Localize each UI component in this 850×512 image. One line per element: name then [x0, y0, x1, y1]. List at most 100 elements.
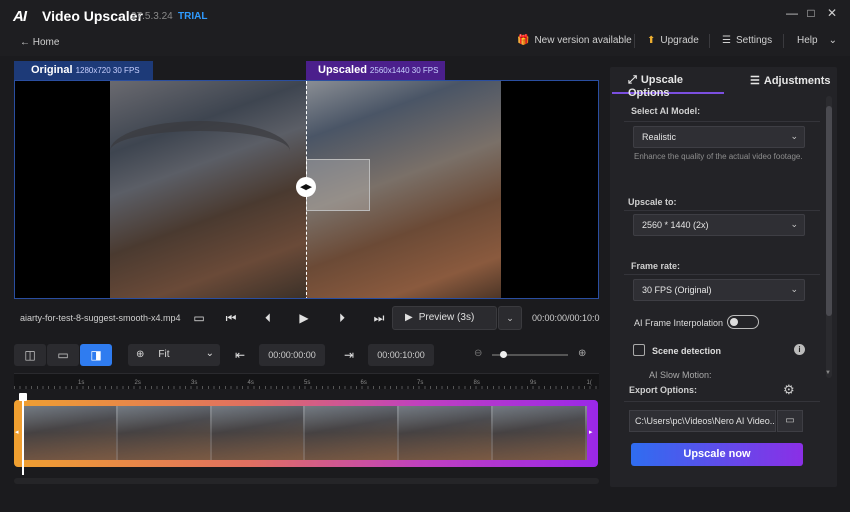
bridge-shape — [110, 121, 290, 181]
trim-left-handle-icon[interactable]: ◂ — [15, 428, 19, 436]
compare-view-button[interactable]: ◨ — [80, 344, 112, 366]
folder-icon[interactable]: ▭ — [190, 309, 208, 327]
thumbnail — [117, 406, 212, 460]
timeline-scrollbar[interactable] — [14, 478, 599, 484]
upscale-icon: ⤢ — [628, 74, 637, 86]
divider — [709, 34, 710, 48]
scroll-down-icon[interactable]: ▼ — [825, 370, 831, 376]
prev-frame-icon[interactable]: ⏴ — [259, 309, 277, 327]
gear-icon[interactable]: ⚙ — [783, 382, 795, 398]
preview-label: Preview (3s) — [418, 312, 475, 323]
preview-dropdown[interactable]: ⌄ — [498, 306, 522, 330]
ruler-tick-label: 7s — [417, 380, 424, 386]
divider — [624, 121, 820, 122]
upscale-now-button[interactable]: Upscale now — [631, 443, 803, 466]
skip-start-icon[interactable]: ⏮ — [222, 309, 240, 327]
in-time-field[interactable]: 00:00:00:00 — [259, 344, 325, 366]
trim-right-handle-icon[interactable]: ▸ — [589, 428, 593, 436]
new-version-label: New version available — [534, 35, 632, 46]
folder-icon: ▭ — [785, 415, 795, 426]
panel-scrollbar[interactable] — [826, 96, 832, 378]
set-out-point-icon[interactable]: ⇥ — [340, 346, 358, 364]
scene-detection-label: Scene detection — [652, 346, 722, 356]
thumbnail — [24, 406, 118, 460]
scrollbar-thumb[interactable] — [826, 106, 832, 316]
app-version: 27.5.3.24 — [131, 11, 173, 22]
preview-button[interactable]: ▶ Preview (3s) — [392, 306, 497, 330]
trial-badge: TRIAL — [178, 11, 208, 22]
set-in-point-icon[interactable]: ⇤ — [231, 346, 249, 364]
next-frame-icon[interactable]: ⏵ — [333, 309, 351, 327]
ruler-tick-label: 8s — [473, 380, 480, 386]
tab-upscale-options[interactable]: ⤢ Upscale Options — [612, 67, 724, 99]
info-icon[interactable]: i — [794, 344, 805, 355]
frame-interpolation-toggle[interactable] — [727, 315, 759, 329]
tab-adjustments[interactable]: ☰ Adjustments — [750, 67, 836, 94]
maximize-button[interactable]: □ — [803, 6, 819, 20]
timeline-track[interactable] — [14, 400, 598, 467]
skip-end-icon[interactable]: ⏭ — [370, 309, 388, 327]
divider — [624, 274, 820, 275]
thumbnail — [211, 406, 306, 460]
ruler-tick-label: 9s — [530, 380, 537, 386]
divider — [783, 34, 784, 48]
original-info: 1280x720 30 FPS — [75, 66, 140, 75]
upscaled-tab: Upscaled 2560x1440 30 FPS — [306, 61, 445, 80]
settings-button[interactable]: ☰ Settings — [722, 35, 772, 46]
browse-folder-button[interactable]: ▭ — [777, 410, 803, 432]
zoom-select[interactable]: ⊕ Fit ⌄ — [128, 344, 220, 366]
ruler-tick-label: 2s — [134, 380, 141, 386]
chevron-down-icon: ⌄ — [205, 348, 214, 359]
upscale-select[interactable]: 2560 * 1440 (2x) ⌄ — [633, 214, 805, 236]
playhead[interactable] — [22, 395, 24, 475]
original-label: Original — [31, 64, 73, 76]
export-path-field[interactable]: C:\Users\pc\Videos\Nero AI Video... — [629, 410, 776, 432]
slow-motion-label: AI Slow Motion: — [649, 370, 712, 380]
play-icon[interactable]: ▶ — [295, 309, 313, 327]
frame-rate-value: 30 FPS (Original) — [642, 285, 712, 295]
play-icon: ▶ — [405, 312, 413, 323]
frame-rate-select[interactable]: 30 FPS (Original) ⌄ — [633, 279, 805, 301]
thumbnail — [399, 406, 494, 460]
ai-model-select[interactable]: Realistic ⌄ — [633, 126, 805, 148]
ruler-tick-label: 1s — [78, 380, 85, 386]
divider — [624, 401, 820, 402]
app-title: Video Upscaler — [42, 8, 143, 24]
out-time-field[interactable]: 00:00:10:00 — [368, 344, 434, 366]
chevron-down-icon: ⌄ — [506, 313, 514, 323]
home-link[interactable]: ← Home — [20, 37, 59, 48]
new-version-link[interactable]: 🎁 New version available — [517, 35, 632, 46]
slider-knob[interactable] — [499, 351, 507, 358]
upscale-to-label: Upscale to: — [628, 197, 677, 207]
divider — [624, 210, 820, 211]
compare-handle-icon[interactable]: ◂▸ — [296, 177, 316, 197]
side-by-side-view-button[interactable]: ◫ — [14, 344, 46, 366]
ruler-tick-label: 3s — [191, 380, 198, 386]
upscaled-label: Upscaled — [318, 64, 367, 76]
upgrade-button[interactable]: ⬆ Upgrade — [647, 35, 699, 46]
close-button[interactable]: ✕ — [824, 6, 840, 20]
video-viewer[interactable]: ◂▸ — [14, 80, 599, 299]
divider — [634, 34, 635, 48]
thumbnail — [493, 406, 587, 460]
minimize-button[interactable]: — — [784, 6, 800, 20]
zoom-in-icon[interactable]: ⊕ — [578, 348, 586, 359]
app-logo: AI — [13, 8, 27, 25]
upgrade-arrow-icon: ⬆ — [647, 35, 656, 46]
zoom-out-icon[interactable]: ⊖ — [474, 348, 482, 359]
help-label: Help — [797, 35, 818, 46]
ai-model-hint: Enhance the quality of the actual video … — [634, 152, 803, 161]
upscaled-info: 2560x1440 30 FPS — [369, 66, 439, 75]
original-video-frame — [110, 81, 306, 298]
ruler-tick-label: 1( — [586, 380, 592, 386]
scene-detection-checkbox[interactable] — [633, 344, 645, 356]
ruler-tick-label: 4s — [247, 380, 254, 386]
timeline-zoom-slider[interactable] — [492, 351, 568, 358]
zoom-value: Fit — [158, 349, 170, 360]
ai-model-label: Select AI Model: — [631, 106, 701, 116]
upscale-value: 2560 * 1440 (2x) — [642, 220, 709, 230]
help-menu[interactable]: Help ⌄ — [797, 35, 837, 46]
chevron-down-icon: ⌄ — [828, 35, 837, 46]
single-view-button[interactable]: ▭ — [47, 344, 79, 366]
thumbnail-strip — [24, 406, 587, 460]
